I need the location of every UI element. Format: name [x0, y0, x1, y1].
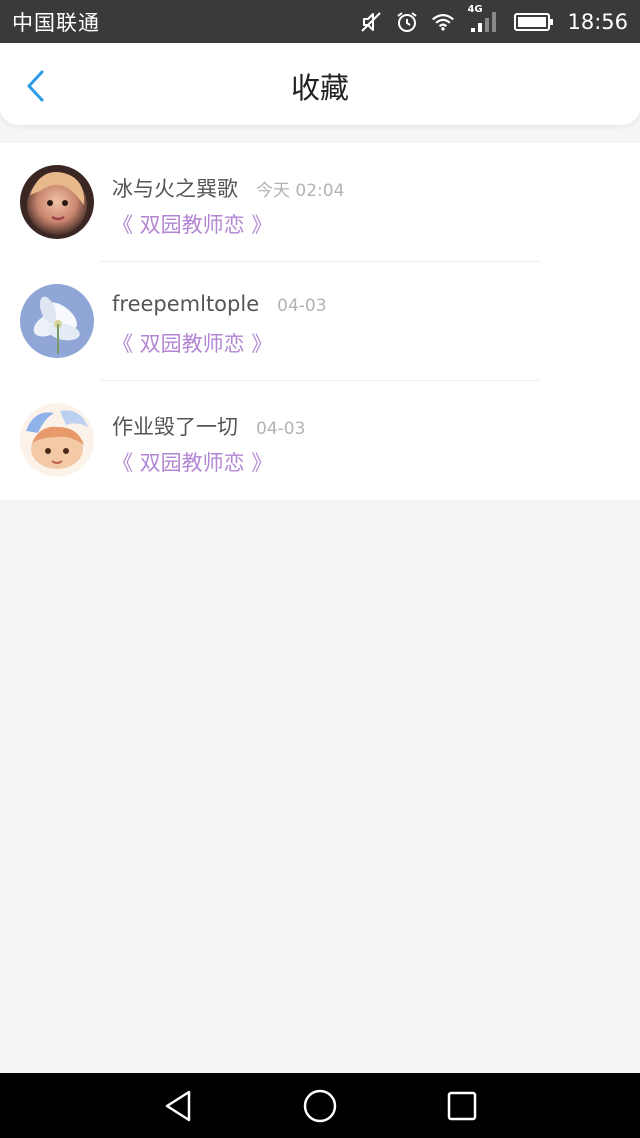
nav-back-button[interactable]	[159, 1087, 197, 1125]
status-bar: 中国联通 4G 18:56	[0, 0, 640, 43]
status-time: 18:56	[567, 9, 628, 34]
user-name[interactable]: freepemltople	[112, 292, 259, 316]
system-nav-bar	[0, 1073, 640, 1138]
user-name[interactable]: 冰与火之巽歌	[112, 173, 238, 203]
work-title-link[interactable]: 《 双园教师恋 》	[112, 328, 272, 358]
favorites-list: 冰与火之巽歌 今天 02:04 《 双园教师恋 》 freepemltople …	[0, 143, 640, 500]
mute-icon	[359, 10, 383, 34]
timestamp: 04-03	[277, 296, 327, 316]
timestamp: 今天 02:04	[256, 181, 345, 201]
wifi-icon	[431, 10, 455, 34]
avatar[interactable]	[20, 284, 94, 358]
work-title-link[interactable]: 《 双园教师恋 》	[112, 447, 272, 477]
nav-recents-icon	[447, 1091, 477, 1121]
battery-icon	[513, 10, 555, 34]
avatar[interactable]	[20, 165, 94, 239]
item-header: 冰与火之巽歌 今天 02:04	[112, 173, 344, 203]
carrier-name: 中国联通	[12, 10, 100, 35]
item-header: 作业毁了一切 04-03	[112, 411, 305, 441]
timestamp: 04-03	[256, 419, 306, 439]
nav-recents-button[interactable]	[443, 1087, 481, 1125]
page-title: 收藏	[290, 71, 349, 105]
avatar[interactable]	[20, 403, 94, 477]
nav-back-icon	[165, 1090, 191, 1122]
signal-icon: 4G	[467, 4, 501, 34]
alarm-icon	[395, 10, 419, 34]
list-item[interactable]: 冰与火之巽歌 今天 02:04 《 双园教师恋 》	[0, 143, 640, 262]
nav-home-icon	[303, 1089, 337, 1123]
work-title-link[interactable]: 《 双园教师恋 》	[112, 209, 272, 239]
status-icons: 4G 18:56	[359, 4, 628, 34]
list-item[interactable]: freepemltople 04-03 《 双园教师恋 》	[0, 262, 640, 381]
list-item[interactable]: 作业毁了一切 04-03 《 双园教师恋 》	[0, 381, 640, 500]
item-header: freepemltople 04-03	[112, 292, 327, 316]
user-name[interactable]: 作业毁了一切	[112, 411, 238, 441]
nav-home-button[interactable]	[301, 1087, 339, 1125]
network-type: 4G	[467, 3, 483, 15]
header-bar: 收藏	[0, 43, 640, 125]
